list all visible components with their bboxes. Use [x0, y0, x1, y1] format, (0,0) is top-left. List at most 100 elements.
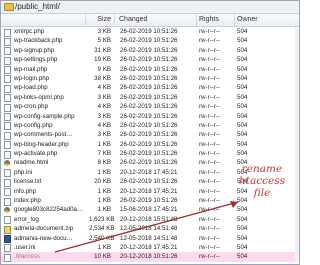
file-size: 5 KB [97, 37, 111, 45]
file-row[interactable]: wp-mail.php 9 KB 26-02-2019 10:51:26 rw-r--… [1, 65, 299, 75]
file-icon [4, 56, 11, 65]
file-row[interactable]: admela-document.zip 2,534 KB 12-05-2018 14… [1, 224, 299, 234]
annotation-line-1: rename [241, 163, 283, 175]
file-changed: 12-05-2018 14:51:48 [120, 234, 178, 242]
file-name: wp-activate.php [14, 150, 58, 158]
file-rights: rw-r--r-- [199, 93, 220, 101]
file-changed: 26-02-2019 10:51:26 [120, 159, 178, 167]
column-size-header[interactable]: Size [85, 14, 115, 26]
current-path: /public_html/ [15, 2, 60, 11]
file-owner: 504 [237, 65, 248, 73]
file-row[interactable]: admania-new-docu… 2,540 KB 12-05-2018 14:5… [1, 234, 299, 244]
file-changed: 26-02-2019 10:51:26 [120, 103, 178, 111]
file-row[interactable]: wp-blog-header.php 1 KB 26-02-2019 10:51:2… [1, 140, 299, 150]
file-owner: 504 [237, 234, 248, 242]
folder-icon [4, 3, 14, 11]
file-rights: rw-r--r-- [199, 140, 220, 148]
annotation-line-2: htaccess [239, 175, 285, 187]
file-icon [4, 84, 11, 93]
file-row[interactable]: wp-config-sample.php 3 KB 26-02-2019 10:51… [1, 112, 299, 122]
file-row[interactable]: xmlrpc.php 3 KB 26-02-2019 10:51:26 rw-r--r… [1, 27, 299, 37]
column-name-header[interactable] [1, 14, 86, 26]
file-changed: 20-12-2018 15:51:48 [120, 215, 178, 223]
file-size: 1 KB [97, 243, 111, 251]
file-owner: 504 [237, 225, 248, 233]
file-owner: 504 [237, 140, 248, 148]
file-size: 2,534 KB [89, 225, 115, 233]
file-size: 1 KB [97, 197, 111, 205]
file-changed: 20-12-2018 17:45:21 [120, 168, 178, 176]
file-owner: 504 [237, 37, 248, 45]
file-owner: 504 [237, 243, 248, 251]
file-owner: 504 [237, 28, 248, 35]
file-row[interactable]: google803c82254ad0a… 1 KB 15-06-2018 17:45… [1, 205, 299, 214]
file-icon [4, 216, 11, 225]
file-icon [4, 103, 11, 112]
file-row[interactable]: wp-config.php 4 KB 26-02-2019 10:51:26 rw-r… [1, 121, 299, 131]
file-row[interactable]: .user.ini 1 KB 20-12-2018 17:45:21 rw-r--r-… [1, 243, 299, 253]
file-icon [4, 66, 11, 75]
file-rights: rw-r--r-- [199, 225, 220, 233]
file-rights: rw-r--r-- [199, 103, 220, 111]
file-owner: 504 [237, 215, 248, 223]
file-owner: 504 [237, 84, 248, 92]
file-row[interactable]: wp-login.php 38 KB 26-02-2019 10:51:26 rw-r… [1, 74, 299, 84]
file-rights: rw-r--r-- [199, 121, 220, 129]
file-rights: rw-r--r-- [199, 243, 220, 251]
file-changed: 26-02-2019 10:51:26 [120, 140, 178, 148]
file-changed: 12-05-2018 14:51:48 [120, 225, 178, 233]
file-owner: 504 [237, 121, 248, 129]
file-size: 20 KB [94, 178, 111, 186]
file-row[interactable]: .htaccess 10 KB 20-12-2018 10:51:26 rw-r--r… [1, 252, 299, 262]
file-owner: 504 [237, 103, 248, 111]
column-rights-header[interactable]: Rights [197, 14, 235, 26]
file-name: wp-blog-header.php [14, 140, 69, 148]
file-size: 4 KB [97, 103, 111, 111]
file-changed: 20-12-2018 17:45:21 [120, 243, 178, 251]
file-changed: 20-12-2018 17:45:21 [120, 187, 178, 195]
file-name: wp-load.php [14, 84, 48, 92]
file-name: readme.html [14, 159, 49, 167]
file-row[interactable]: wp-trackback.php 5 KB 26-02-2019 10:51:26 r… [1, 36, 299, 46]
file-rights: rw-r--r-- [199, 46, 220, 54]
file-size: 3 KB [97, 93, 111, 101]
file-changed: 26-02-2019 10:51:26 [120, 150, 178, 158]
file-name: wp-signup.php [14, 46, 55, 54]
file-name: admela-document.zip [14, 225, 74, 233]
file-row[interactable]: wp-cron.php 4 KB 26-02-2019 10:51:26 rw-r--… [1, 102, 299, 112]
file-row[interactable]: error_log 1,623 KB 20-12-2018 15:51:48 rw-r… [1, 215, 299, 225]
file-row[interactable]: wp-settings.php 19 KB 26-02-2019 10:51:26 r… [1, 55, 299, 65]
file-changed: 26-02-2019 10:51:26 [120, 178, 178, 186]
file-icon [4, 253, 11, 262]
file-name: error_log [14, 215, 39, 223]
file-rights: rw-r--r-- [199, 56, 220, 64]
file-row[interactable]: wp-signup.php 31 KB 26-02-2019 10:51:26 rw-… [1, 46, 299, 56]
file-row[interactable]: wp-comments-post… 3 KB 26-02-2019 10:51:26… [1, 130, 299, 140]
file-name: wp-config.php [14, 121, 53, 129]
file-name: admania-new-docu… [14, 234, 73, 242]
file-icon [4, 150, 11, 159]
vertical-scrollbar[interactable] [295, 27, 299, 263]
file-size: 4 KB [97, 84, 111, 92]
column-owner-header[interactable]: Owner [235, 14, 275, 26]
file-row[interactable]: wp-load.php 4 KB 26-02-2019 10:51:26 rw-r--… [1, 83, 299, 93]
file-changed: 15-06-2018 17:45:21 [120, 206, 178, 214]
file-size: 1,623 KB [89, 215, 115, 223]
path-bar[interactable]: /public_html/ [1, 1, 299, 14]
file-row[interactable]: wp-links-opml.php 3 KB 26-02-2019 10:51:26… [1, 93, 299, 103]
file-changed: 26-02-2019 10:51:26 [120, 131, 178, 139]
file-changed: 26-02-2019 10:51:26 [120, 56, 178, 64]
file-name: google803c82254ad0a… [14, 206, 84, 214]
file-changed: 26-02-2019 10:51:26 [120, 65, 178, 73]
file-icon [4, 178, 11, 187]
file-changed: 26-02-2019 10:51:26 [120, 84, 178, 92]
column-changed-header[interactable]: Changed [115, 14, 197, 26]
annotation-line-3: file [253, 187, 271, 199]
file-icon [4, 75, 11, 84]
file-row[interactable]: wp-activate.php 7 KB 26-02-2019 10:51:26 rw… [1, 149, 299, 159]
file-rights: rw-r--r-- [199, 253, 220, 261]
file-size: 3 KB [97, 28, 111, 35]
file-size: 7 KB [97, 150, 111, 158]
file-owner: 504 [237, 131, 248, 139]
file-changed: 26-02-2019 10:51:26 [120, 74, 178, 82]
